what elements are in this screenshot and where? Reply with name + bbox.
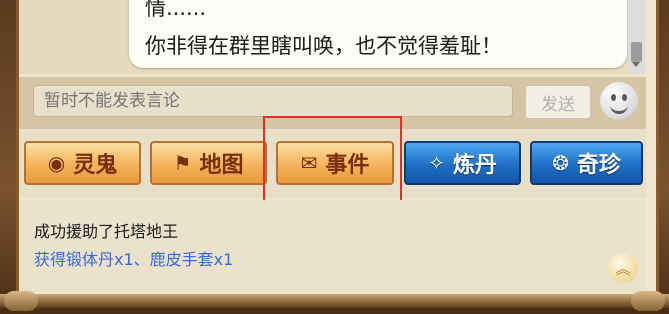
tab-label: 地图	[199, 153, 244, 178]
event-log: 成功援助了托塔地王 获得锻体丹x1、鹿皮手套x1 ︽	[19, 200, 646, 292]
scrollbar-thumb[interactable]	[631, 42, 642, 62]
scroll-rod-end-left	[4, 291, 38, 311]
emoji-eye-left	[611, 94, 616, 101]
message-input[interactable]	[33, 85, 513, 117]
chat-line-1: 情......	[145, 0, 207, 20]
emoji-icon[interactable]	[600, 82, 638, 120]
log-line-2: 获得锻体丹x1、鹿皮手套x1	[34, 250, 234, 269]
chat-bubble: 情...... 你非得在群里瞎叫唤，也不觉得羞耻！	[129, 0, 627, 68]
emoji-mouth	[610, 102, 628, 114]
tab-map[interactable]: ⚑ 地图	[150, 141, 267, 185]
highlight-box	[263, 116, 402, 208]
scroll-down-arrow-icon[interactable]	[632, 62, 640, 67]
tab-label: 灵鬼	[73, 153, 118, 178]
tab-treasure[interactable]: ❂ 奇珍	[530, 141, 643, 185]
scroll-rod	[0, 294, 669, 308]
log-line-1: 成功援助了托塔地王	[34, 222, 179, 241]
tab-alchemy[interactable]: ✧ 炼丹	[404, 141, 521, 185]
chat-area: 情...... 你非得在群里瞎叫唤，也不觉得羞耻！	[19, 0, 629, 74]
treasure-icon: ❂	[552, 151, 569, 175]
emoji-eye-right	[622, 94, 627, 101]
chat-line-2: 你非得在群里瞎叫唤，也不觉得羞耻！	[145, 34, 502, 58]
send-button[interactable]: 发送	[525, 85, 591, 119]
pill-icon: ✧	[428, 151, 445, 175]
scroll-rod-end-right	[631, 291, 665, 311]
map-icon: ⚑	[173, 151, 192, 175]
tab-label: 炼丹	[452, 153, 497, 178]
chat-scrollbar[interactable]	[628, 0, 645, 74]
tab-label: 奇珍	[576, 153, 621, 178]
tab-linggui[interactable]: ◉ 灵鬼	[24, 141, 141, 185]
collapse-up-icon[interactable]: ︽	[608, 253, 638, 283]
orb-icon: ◉	[47, 151, 66, 175]
